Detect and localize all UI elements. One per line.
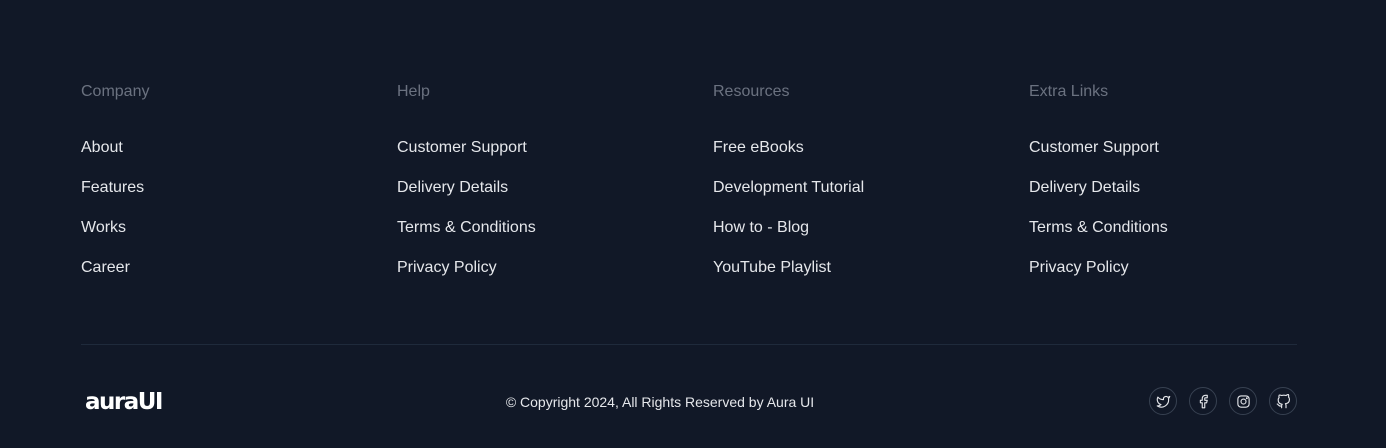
github-link[interactable] [1269, 387, 1297, 415]
github-icon [1276, 393, 1291, 409]
footer-link-delivery-details[interactable]: Delivery Details [397, 179, 508, 196]
footer-link-works[interactable]: Works [81, 219, 126, 236]
footer-link-delivery-details[interactable]: Delivery Details [1029, 179, 1140, 196]
social-links [1149, 387, 1297, 415]
footer-column-company: Company About Features Works Career [81, 82, 397, 298]
footer-link-youtube-playlist[interactable]: YouTube Playlist [713, 259, 831, 276]
link-list: Customer Support Delivery Details Terms … [1029, 138, 1345, 298]
footer-link-free-ebooks[interactable]: Free eBooks [713, 139, 804, 156]
footer-link-privacy-policy[interactable]: Privacy Policy [397, 259, 497, 276]
footer-bottom-bar: auraUI © Copyright 2024, All Rights Rese… [81, 382, 1297, 422]
footer-link-customer-support[interactable]: Customer Support [397, 139, 527, 156]
footer-column-extra-links: Extra Links Customer Support Delivery De… [1029, 82, 1345, 298]
footer-link-about[interactable]: About [81, 139, 123, 156]
footer-link-career[interactable]: Career [81, 259, 130, 276]
column-heading: Help [397, 83, 430, 100]
footer-link-privacy-policy[interactable]: Privacy Policy [1029, 259, 1129, 276]
column-heading: Extra Links [1029, 83, 1109, 100]
link-list: Customer Support Delivery Details Terms … [397, 138, 713, 298]
footer-column-resources: Resources Free eBooks Development Tutori… [713, 82, 1029, 298]
link-list: Free eBooks Development Tutorial How to … [713, 138, 1029, 298]
footer-link-customer-support[interactable]: Customer Support [1029, 139, 1159, 156]
facebook-icon [1196, 394, 1211, 409]
link-list: About Features Works Career [81, 138, 397, 298]
footer-link-features[interactable]: Features [81, 179, 144, 196]
footer-link-how-to-blog[interactable]: How to - Blog [713, 219, 809, 236]
copyright-text: © Copyright 2024, All Rights Reserved by… [505, 394, 815, 410]
footer-link-terms-conditions[interactable]: Terms & Conditions [1029, 219, 1168, 236]
instagram-link[interactable] [1229, 387, 1257, 415]
footer-link-development-tutorial[interactable]: Development Tutorial [713, 179, 864, 196]
twitter-link[interactable] [1149, 387, 1177, 415]
footer-columns: Company About Features Works Career Help… [81, 82, 1297, 298]
site-footer: Company About Features Works Career Help… [0, 0, 1386, 448]
twitter-icon [1156, 394, 1171, 409]
column-heading: Company [81, 83, 150, 100]
footer-divider [81, 344, 1297, 345]
footer-column-help: Help Customer Support Delivery Details T… [397, 82, 713, 298]
column-heading: Resources [713, 83, 790, 100]
instagram-icon [1236, 394, 1251, 409]
footer-link-terms-conditions[interactable]: Terms & Conditions [397, 219, 536, 236]
facebook-link[interactable] [1189, 387, 1217, 415]
